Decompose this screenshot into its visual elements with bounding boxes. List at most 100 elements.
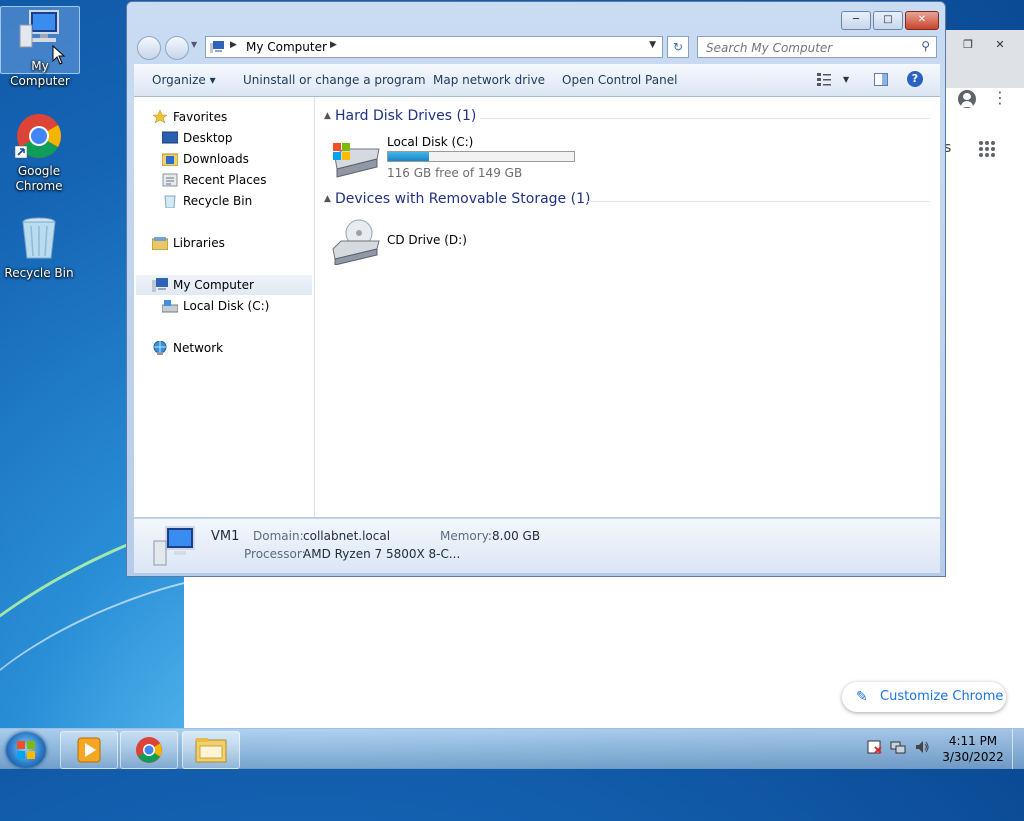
drive-name: Local Disk (C:) bbox=[387, 135, 474, 149]
search-input[interactable] bbox=[704, 39, 908, 57]
start-button[interactable] bbox=[6, 732, 46, 768]
drive-cd-d[interactable]: CD Drive (D:) bbox=[331, 217, 531, 267]
search-icon: ⚲ bbox=[921, 39, 930, 53]
media-player-icon bbox=[77, 737, 101, 763]
collapse-group-icon[interactable]: ▲ bbox=[324, 111, 331, 121]
network-icon bbox=[152, 340, 168, 355]
chrome-profile-icon[interactable] bbox=[958, 90, 976, 108]
nav-label: Recent Places bbox=[183, 173, 267, 187]
search-box[interactable]: ⚲ bbox=[697, 36, 937, 58]
group-divider bbox=[587, 201, 930, 202]
close-button[interactable]: ✕ bbox=[905, 11, 939, 30]
libraries-icon bbox=[151, 236, 169, 250]
taskbar: 4:11 PM 3/30/2022 bbox=[0, 728, 1024, 769]
desktop-icon-recycle-bin[interactable]: Recycle Bin bbox=[0, 214, 78, 281]
group-divider bbox=[480, 118, 930, 119]
command-bar: Organize ▾ Uninstall or change a program… bbox=[134, 64, 940, 97]
volume-icon[interactable] bbox=[914, 739, 930, 755]
nav-my-computer[interactable]: My Computer bbox=[136, 275, 312, 295]
taskbar-explorer[interactable] bbox=[182, 731, 240, 769]
domain-value: collabnet.local bbox=[303, 529, 391, 543]
disk-usage-fill bbox=[388, 152, 429, 161]
windows-logo-icon bbox=[17, 741, 35, 759]
address-bar[interactable]: ▶ My Computer ▶ ▼ bbox=[205, 36, 663, 58]
disk-usage-bar bbox=[387, 151, 575, 162]
nav-label: Recycle Bin bbox=[183, 194, 253, 208]
taskbar-media-player[interactable] bbox=[60, 731, 118, 769]
history-dropdown-icon[interactable]: ▼ bbox=[191, 40, 197, 49]
map-network-drive-button[interactable]: Map network drive bbox=[433, 73, 545, 87]
view-dropdown-icon[interactable]: ▼ bbox=[843, 75, 849, 84]
details-pane: VM1 Domain: collabnet.local Memory: 8.00… bbox=[134, 518, 940, 573]
organize-menu[interactable]: Organize ▾ bbox=[152, 73, 216, 87]
back-button[interactable] bbox=[137, 36, 161, 60]
view-options-icon[interactable] bbox=[817, 72, 831, 86]
minimize-button[interactable]: ─ bbox=[841, 11, 871, 30]
content-pane: ▲ Hard Disk Drives (1) Local Disk (C:) 1… bbox=[315, 97, 940, 517]
show-desktop-button[interactable] bbox=[1012, 729, 1024, 769]
open-control-panel-button[interactable]: Open Control Panel bbox=[562, 73, 677, 87]
forward-button[interactable] bbox=[165, 36, 189, 60]
group-removable-storage[interactable]: Devices with Removable Storage (1) bbox=[335, 191, 590, 207]
nav-label: Downloads bbox=[183, 152, 249, 166]
desktop-icon-label: Google Chrome bbox=[15, 164, 63, 193]
chrome-menu-icon[interactable]: ⋮ bbox=[992, 88, 1008, 108]
chrome-close-button[interactable]: ✕ bbox=[988, 38, 1012, 54]
address-dropdown-icon[interactable]: ▼ bbox=[649, 40, 656, 50]
clock[interactable]: 4:11 PM 3/30/2022 bbox=[940, 733, 1006, 765]
chrome-icon bbox=[136, 737, 162, 763]
uninstall-program-button[interactable]: Uninstall or change a program bbox=[243, 73, 426, 87]
nav-network[interactable]: Network bbox=[152, 338, 223, 358]
nav-local-disk[interactable]: Local Disk (C:) bbox=[161, 296, 269, 316]
nav-label: Network bbox=[173, 341, 224, 355]
hard-drive-icon bbox=[333, 143, 380, 178]
hard-drive-icon bbox=[161, 299, 179, 313]
drive-local-disk-c[interactable]: Local Disk (C:) 116 GB free of 149 GB bbox=[331, 131, 581, 181]
clock-date: 3/30/2022 bbox=[942, 750, 1004, 764]
folder-icon bbox=[195, 738, 227, 763]
recycle-bin-icon bbox=[162, 194, 178, 208]
processor-label: Processor: bbox=[244, 547, 306, 561]
customize-chrome-button[interactable]: ✎ Customize Chrome bbox=[842, 682, 1006, 712]
breadcrumb-arrow-icon[interactable]: ▶ bbox=[230, 40, 237, 50]
chrome-titlebar: ❐ ✕ bbox=[944, 30, 1024, 88]
nav-downloads[interactable]: Downloads bbox=[161, 149, 249, 169]
group-hard-disk-drives[interactable]: Hard Disk Drives (1) bbox=[335, 108, 476, 124]
customize-chrome-label: Customize Chrome bbox=[880, 689, 1004, 704]
cd-drive-icon bbox=[332, 219, 380, 265]
desktop-icon-my-computer[interactable]: My Computer bbox=[0, 6, 80, 88]
nav-desktop[interactable]: Desktop bbox=[161, 128, 233, 148]
desktop-icon-google-chrome[interactable]: Google Chrome bbox=[0, 112, 78, 194]
nav-recent-places[interactable]: Recent Places bbox=[162, 170, 266, 190]
maximize-button[interactable]: □ bbox=[873, 11, 903, 30]
pencil-icon: ✎ bbox=[856, 689, 868, 705]
chrome-restore-button[interactable]: ❐ bbox=[956, 38, 980, 54]
breadcrumb-arrow-icon[interactable]: ▶ bbox=[330, 40, 337, 50]
refresh-button[interactable]: ↻ bbox=[667, 36, 689, 58]
star-icon bbox=[152, 108, 168, 124]
navigation-pane: Favorites Desktop Downloads Recent Place… bbox=[134, 97, 315, 517]
domain-label: Domain: bbox=[253, 529, 304, 543]
action-center-icon[interactable] bbox=[866, 739, 882, 755]
taskbar-chrome[interactable] bbox=[120, 731, 178, 769]
nav-label: Libraries bbox=[173, 236, 225, 250]
memory-label: Memory: bbox=[440, 529, 492, 543]
breadcrumb-my-computer[interactable]: My Computer bbox=[246, 40, 327, 54]
nav-label: Desktop bbox=[183, 131, 233, 145]
mouse-cursor-icon bbox=[52, 45, 66, 65]
collapse-group-icon[interactable]: ▲ bbox=[324, 194, 331, 204]
chrome-icon bbox=[14, 112, 63, 160]
computer-name: VM1 bbox=[211, 529, 240, 544]
network-tray-icon[interactable] bbox=[890, 739, 906, 755]
preview-pane-icon[interactable] bbox=[874, 73, 888, 86]
memory-value: 8.00 GB bbox=[492, 529, 541, 543]
organize-label: Organize bbox=[152, 73, 206, 87]
apps-grid-icon[interactable] bbox=[978, 140, 996, 158]
help-icon[interactable]: ? bbox=[907, 71, 923, 87]
computer-icon bbox=[152, 277, 168, 292]
desktop-icon bbox=[161, 131, 179, 145]
nav-libraries[interactable]: Libraries bbox=[151, 233, 225, 253]
nav-recycle-bin[interactable]: Recycle Bin bbox=[162, 191, 252, 211]
nav-favorites[interactable]: Favorites bbox=[152, 107, 227, 127]
recent-places-icon bbox=[162, 173, 178, 187]
